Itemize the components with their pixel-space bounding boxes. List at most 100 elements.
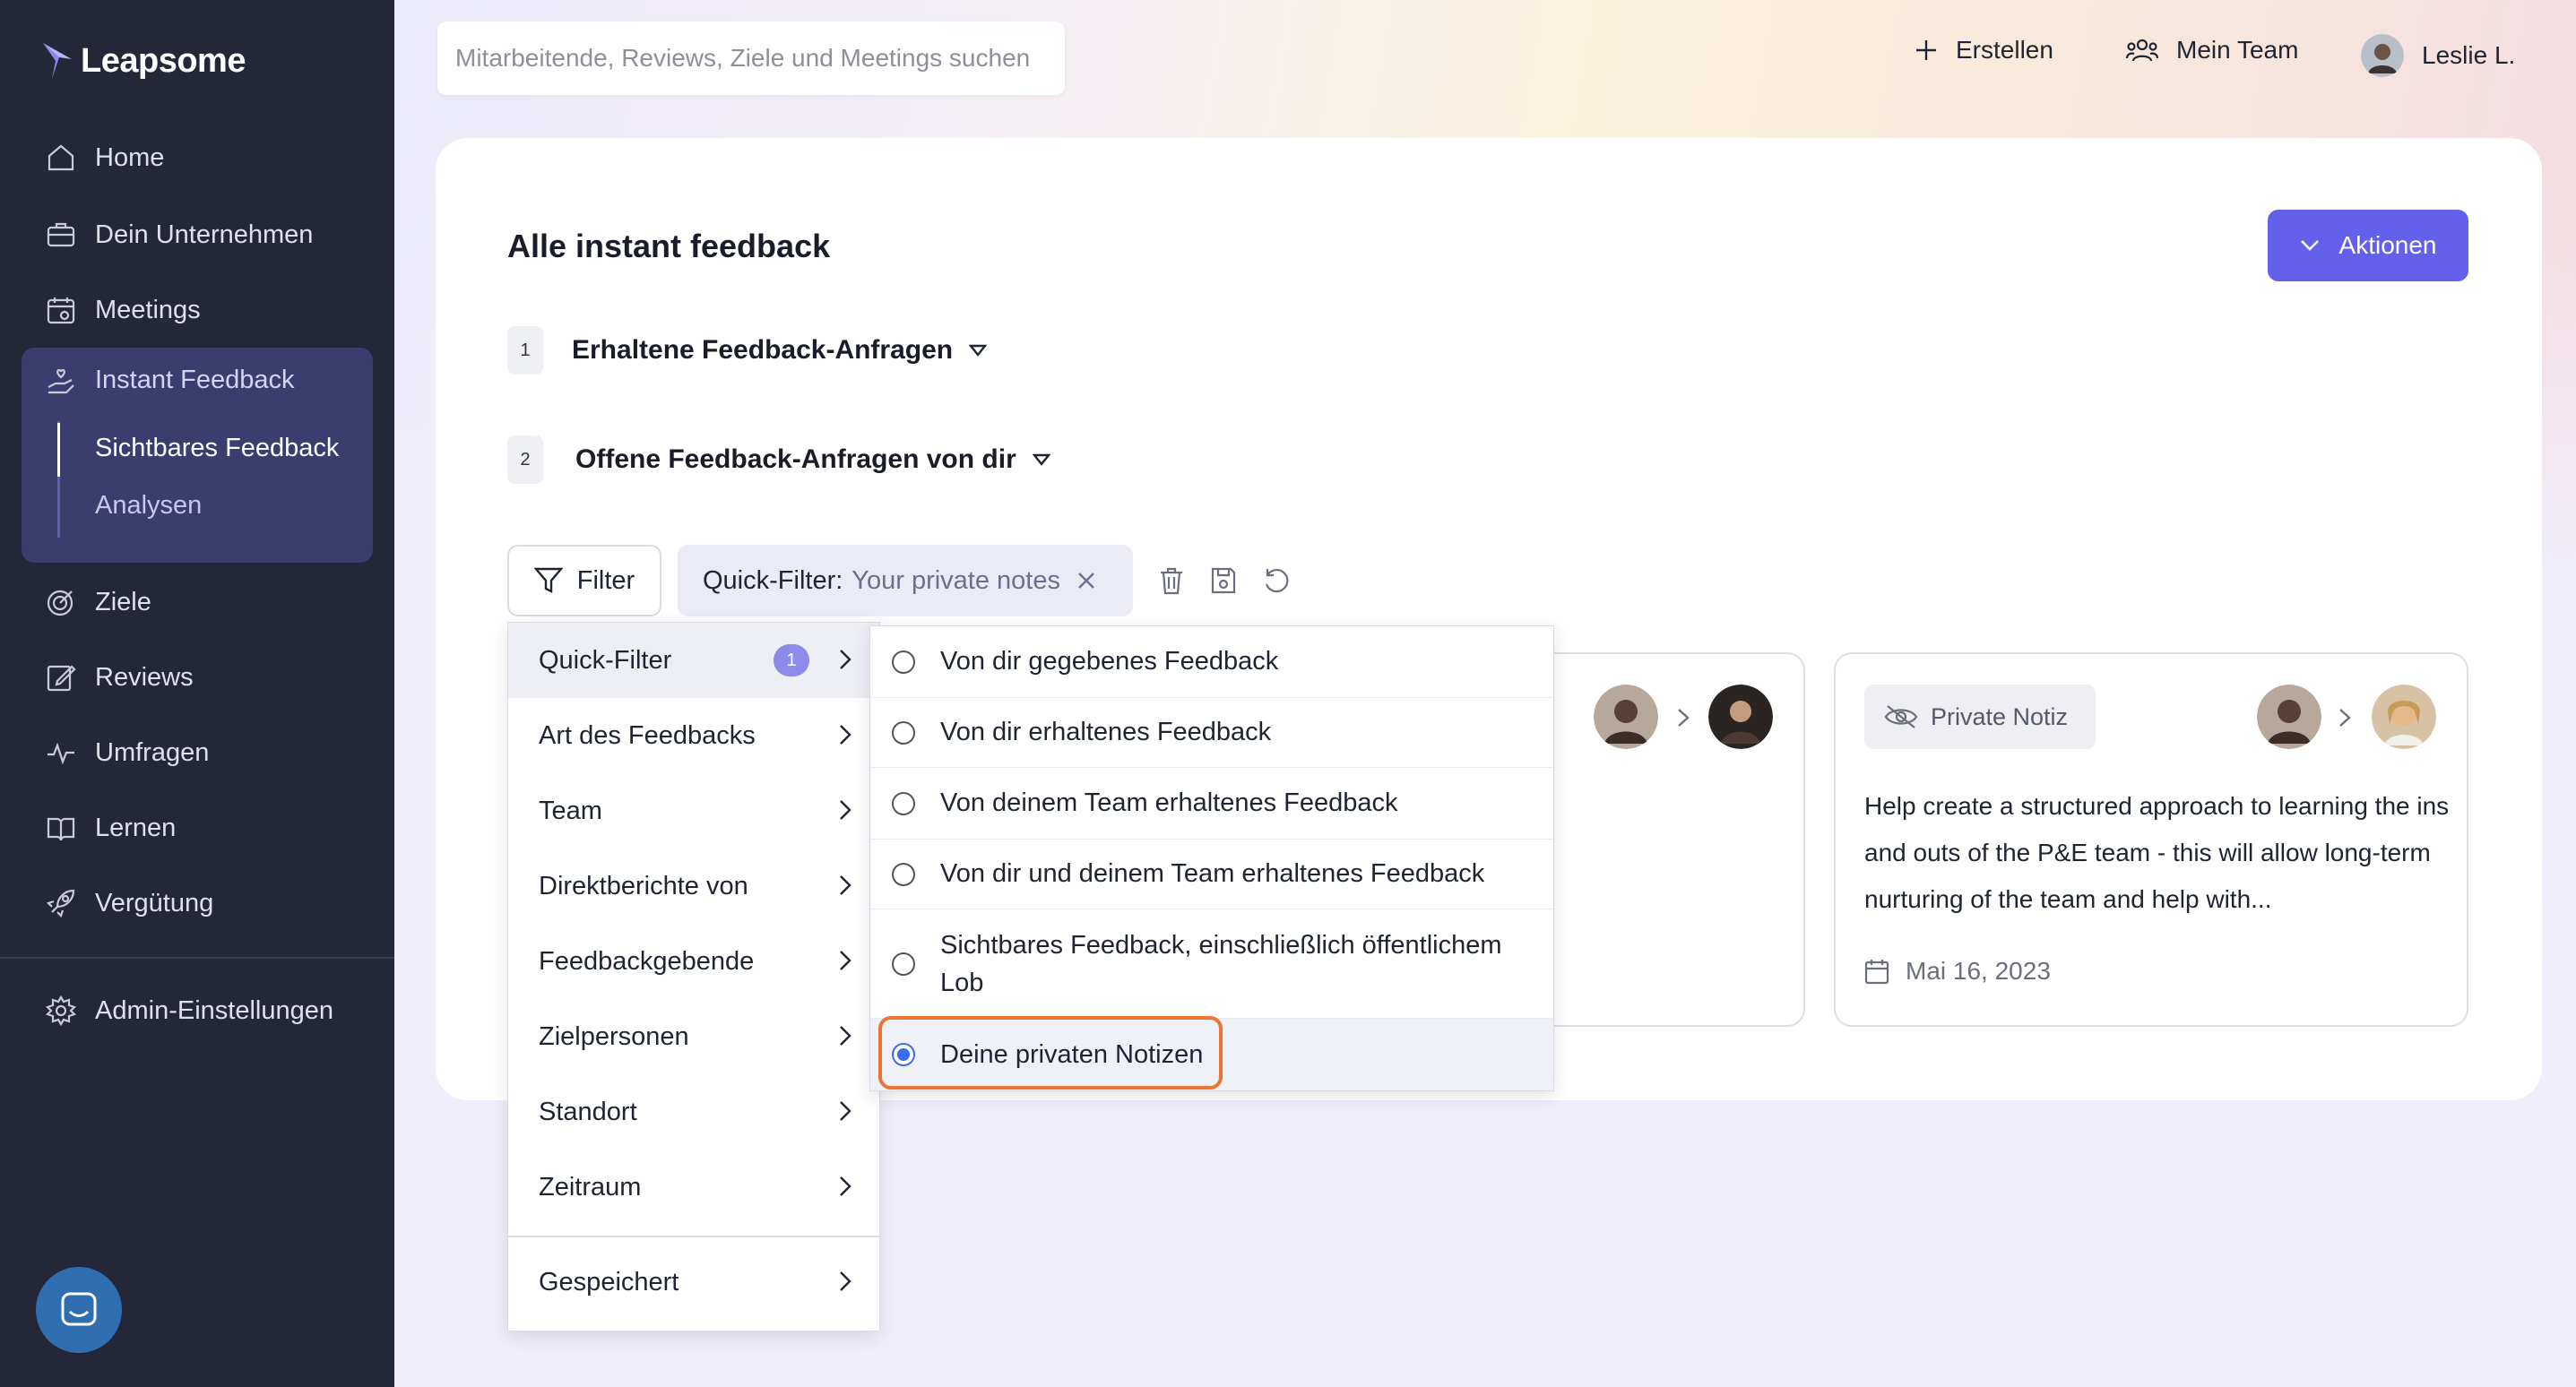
feedback-text: Help create a structured approach to lea… bbox=[1864, 792, 2450, 913]
sidebar-item-label: Instant Feedback bbox=[95, 365, 295, 394]
filter-menu-item-feedback-type[interactable]: Art des Feedbacks bbox=[508, 698, 879, 773]
global-search[interactable] bbox=[437, 22, 1065, 95]
sidebar-item-instant-feedback[interactable]: Instant Feedback bbox=[22, 348, 373, 412]
logo[interactable]: Leapsome bbox=[39, 39, 246, 82]
reset-icon[interactable] bbox=[1262, 566, 1291, 595]
menu-item-label: Quick-Filter bbox=[539, 645, 672, 675]
section-open-requests[interactable]: 2 Offene Feedback-Anfragen von dir bbox=[507, 435, 1050, 484]
chat-launcher-button[interactable] bbox=[36, 1267, 122, 1353]
option-label: Von dir gegebenes Feedback bbox=[940, 647, 1279, 676]
sidebar-group-instant-feedback: Instant Feedback Sichtbares Feedback Ana… bbox=[22, 348, 373, 563]
chat-icon bbox=[61, 1292, 97, 1326]
sidebar-item-surveys[interactable]: Umfragen bbox=[22, 720, 373, 785]
caret-down-icon bbox=[1032, 453, 1050, 466]
filter-menu-item-direct-reports[interactable]: Direktberichte von bbox=[508, 849, 879, 924]
hand-heart-icon bbox=[48, 369, 74, 394]
chevron-right-icon bbox=[840, 1101, 851, 1121]
chevron-right-icon bbox=[2339, 709, 2351, 727]
filter-menu-item-saved[interactable]: Gespeichert bbox=[508, 1245, 879, 1320]
leapsome-logo-icon bbox=[43, 43, 72, 79]
radio-button[interactable] bbox=[892, 650, 915, 674]
sidebar-item-goals[interactable]: Ziele bbox=[22, 570, 373, 634]
sidebar-item-meetings[interactable]: Meetings bbox=[22, 278, 373, 342]
sidebar-item-label: Lernen bbox=[95, 813, 177, 842]
giver-avatar bbox=[1594, 685, 1658, 749]
chevron-right-icon bbox=[840, 951, 851, 970]
caret-down-icon bbox=[969, 344, 988, 357]
filter-menu-item-target-persons[interactable]: Zielpersonen bbox=[508, 999, 879, 1074]
filter-menu-item-quick-filter[interactable]: Quick-Filter 1 bbox=[508, 623, 879, 698]
receiver-avatar bbox=[1708, 685, 1773, 749]
quick-filter-chip[interactable]: Quick-Filter: Your private notes bbox=[678, 545, 1133, 616]
feedback-date: Mai 16, 2023 bbox=[1864, 957, 2051, 986]
menu-item-label: Zeitraum bbox=[539, 1172, 642, 1202]
create-label: Erstellen bbox=[1956, 36, 2053, 64]
edit-icon bbox=[47, 665, 76, 692]
search-input[interactable] bbox=[455, 44, 1065, 73]
briefcase-icon bbox=[47, 222, 75, 247]
chip-key: Quick-Filter: bbox=[703, 565, 843, 595]
sidebar-item-company[interactable]: Dein Unternehmen bbox=[22, 202, 373, 267]
sidebar-subitem-analytics[interactable]: Analysen bbox=[95, 491, 202, 521]
chevron-right-icon bbox=[840, 1026, 851, 1046]
sidebar-item-label: Vergütung bbox=[95, 888, 214, 917]
chevron-right-icon bbox=[840, 650, 851, 669]
selection-highlight bbox=[878, 1016, 1223, 1090]
sidebar-divider bbox=[0, 957, 394, 959]
menu-item-label: Direktberichte von bbox=[539, 871, 748, 900]
rocket-icon bbox=[46, 889, 75, 918]
quick-filter-option[interactable]: Von dir erhaltenes Feedback bbox=[870, 698, 1553, 768]
chevron-right-icon bbox=[840, 725, 851, 745]
radio-button[interactable] bbox=[892, 952, 915, 976]
actions-label: Aktionen bbox=[2338, 231, 2437, 259]
actions-button[interactable]: Aktionen bbox=[2268, 210, 2468, 281]
radio-button[interactable] bbox=[892, 720, 915, 745]
sidebar-item-reviews[interactable]: Reviews bbox=[22, 645, 373, 710]
my-team-button[interactable]: Mein Team bbox=[2126, 36, 2298, 65]
filter-menu-item-feedback-givers[interactable]: Feedbackgebende bbox=[508, 924, 879, 999]
menu-item-label: Zielpersonen bbox=[539, 1021, 689, 1051]
trash-icon[interactable] bbox=[1158, 566, 1185, 595]
section-number: 2 bbox=[507, 435, 543, 484]
filter-menu-item-period[interactable]: Zeitraum bbox=[508, 1150, 879, 1225]
sidebar-item-admin-settings[interactable]: Admin-Einstellungen bbox=[22, 978, 373, 1043]
radio-button[interactable] bbox=[892, 791, 915, 815]
sidebar-item-home[interactable]: Home bbox=[22, 125, 373, 190]
menu-item-label: Art des Feedbacks bbox=[539, 720, 756, 750]
user-menu[interactable]: Leslie L. bbox=[2361, 34, 2515, 77]
sidebar-item-learning[interactable]: Lernen bbox=[22, 796, 373, 860]
target-icon bbox=[47, 590, 73, 616]
filter-menu-item-team[interactable]: Team bbox=[508, 773, 879, 849]
sidebar-subitem-visible-feedback[interactable]: Sichtbares Feedback bbox=[95, 434, 339, 463]
calendar-icon bbox=[1864, 960, 1889, 985]
filter-icon bbox=[533, 567, 563, 593]
filter-menu-item-location[interactable]: Standort bbox=[508, 1074, 879, 1150]
sidebar-item-compensation[interactable]: Vergütung bbox=[22, 871, 373, 935]
active-filter-count-badge: 1 bbox=[774, 644, 809, 676]
receiver-avatar bbox=[2372, 685, 2436, 749]
private-note-badge: Private Notiz bbox=[1864, 685, 2096, 749]
sidebar-item-label: Reviews bbox=[95, 662, 194, 692]
giver-avatar bbox=[2257, 685, 2321, 749]
quick-filter-option[interactable]: Von dir und deinem Team erhaltenes Feedb… bbox=[870, 840, 1553, 909]
calendar-icon bbox=[47, 297, 75, 324]
save-icon[interactable] bbox=[1210, 566, 1237, 595]
chevron-right-icon bbox=[840, 1271, 851, 1291]
quick-filter-option[interactable]: Sichtbares Feedback, einschließlich öffe… bbox=[870, 909, 1553, 1019]
eye-off-icon bbox=[1884, 705, 1918, 728]
quick-filter-option[interactable]: Von deinem Team erhaltenes Feedback bbox=[870, 768, 1553, 840]
chevron-right-icon bbox=[1678, 709, 1690, 727]
chevron-right-icon bbox=[840, 1176, 851, 1196]
user-avatar bbox=[2361, 34, 2404, 77]
close-icon[interactable] bbox=[1076, 571, 1096, 590]
filter-button[interactable]: Filter bbox=[507, 545, 661, 616]
sidebar: Leapsome Home Dein Unternehmen Meetings … bbox=[0, 0, 394, 1387]
create-button[interactable]: Erstellen bbox=[1915, 36, 2053, 65]
section-received-requests[interactable]: 1 Erhaltene Feedback-Anfragen bbox=[507, 326, 988, 375]
gear-icon bbox=[45, 995, 77, 1027]
feedback-card[interactable]: Private Notiz Help create a structured a… bbox=[1834, 652, 2468, 1027]
sidebar-item-label: Ziele bbox=[95, 587, 151, 616]
radio-button[interactable] bbox=[892, 862, 915, 886]
quick-filter-option[interactable]: Von dir gegebenes Feedback bbox=[870, 626, 1553, 698]
sidebar-item-label: Home bbox=[95, 142, 165, 172]
